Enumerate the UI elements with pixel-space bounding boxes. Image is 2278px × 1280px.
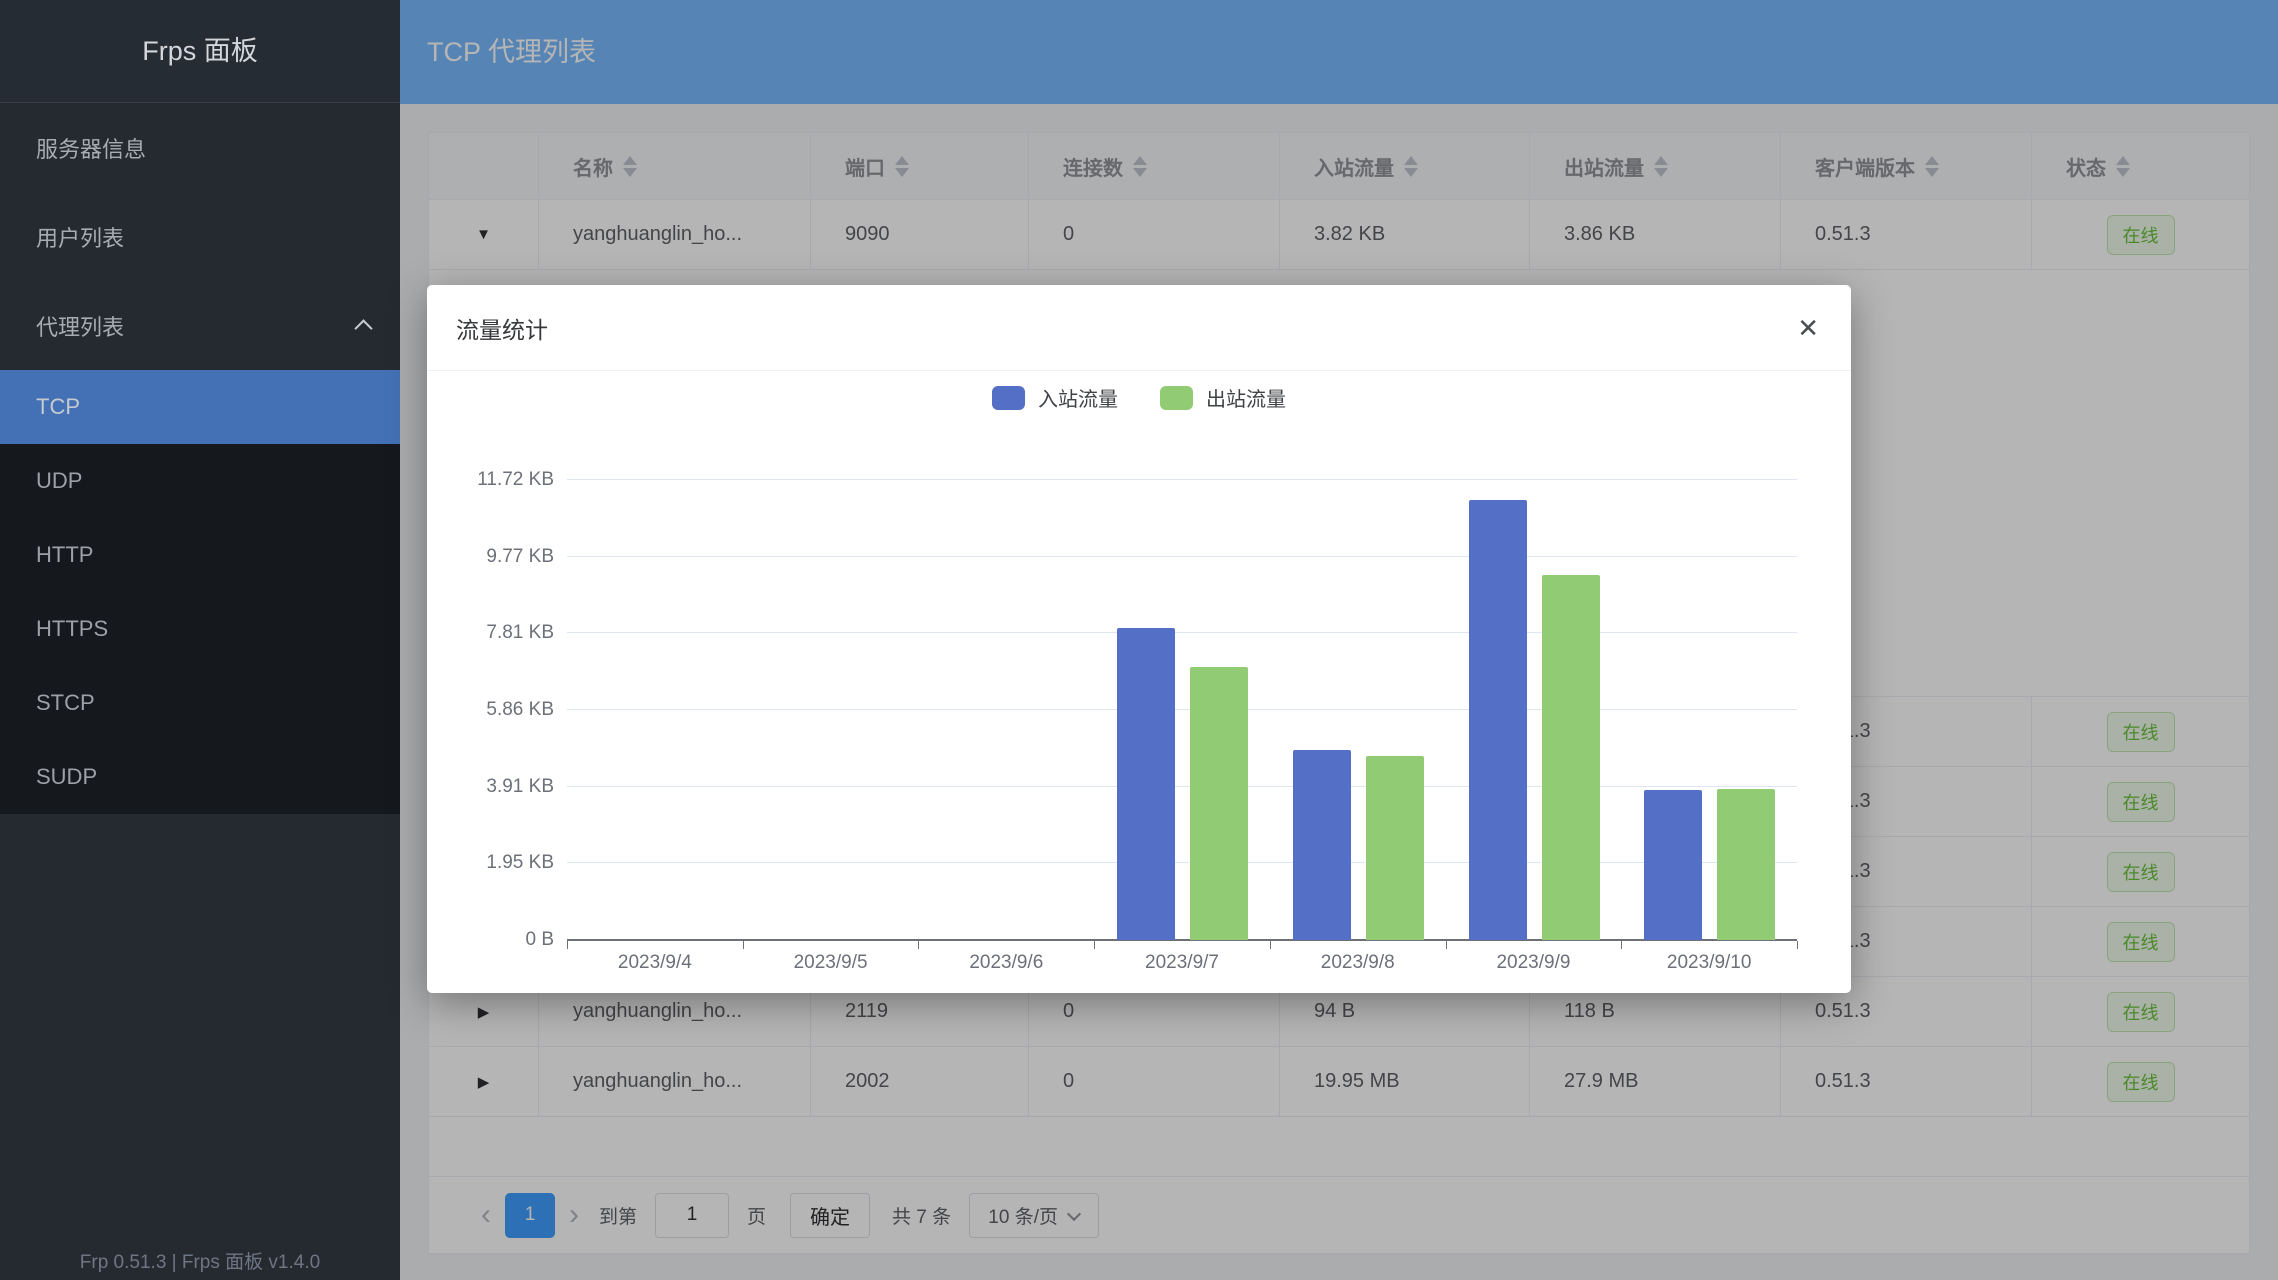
sidebar-subitem-label: SUDP [36,764,97,790]
x-axis-label: 2023/9/7 [1094,952,1270,974]
legend-label: 入站流量 [1038,383,1118,412]
chart-columns [567,480,1797,940]
chart-category-0 [567,480,743,940]
x-axis-label: 2023/9/8 [1270,952,1446,974]
app-title: Frps 面板 [0,0,400,103]
x-axis-label: 2023/9/10 [1621,952,1797,974]
sidebar-item-stcp[interactable]: STCP [0,666,400,740]
chart-category-6 [1621,480,1797,940]
traffic-stats-modal: 流量统计 ✕ 入站流量 出站流量 2023/9/42023/9/52023/9/6… [427,285,1851,993]
x-axis-label: 2023/9/9 [1446,952,1622,974]
sidebar-submenu: TCP UDP HTTP HTTPS STCP SUDP [0,370,400,814]
frps-dashboard: Frps 面板 服务器信息用户列表代理列表 TCP UDP HTTP HTTPS STC… [0,0,2278,1280]
sidebar-item-http[interactable]: HTTP [0,518,400,592]
sidebar-subitem-label: HTTP [36,542,93,568]
sidebar-item-tcp[interactable]: TCP [0,370,400,444]
x-axis-tick [1797,941,1798,949]
bar-inbound [1117,628,1175,940]
y-axis-label: 0 B [427,929,554,951]
bar-outbound [1190,667,1248,940]
close-icon[interactable]: ✕ [1797,315,1819,341]
sidebar-item-label: 服务器信息 [36,132,146,164]
x-axis-tick [1621,941,1622,949]
sidebar-subitem-label: TCP [36,394,80,420]
legend-item[interactable]: 入站流量 [992,383,1118,412]
bar-inbound [1644,790,1702,940]
legend-swatch [992,386,1025,410]
sidebar-menu: 服务器信息用户列表代理列表 [0,103,400,370]
x-axis-tick [918,941,919,949]
x-axis-label: 2023/9/4 [567,952,743,974]
chart-category-5 [1446,480,1622,940]
y-axis-label: 9.77 KB [427,546,554,568]
x-axis-tick [1094,941,1095,949]
y-axis-label: 1.95 KB [427,852,554,874]
modal-header: 流量统计 ✕ [427,285,1851,371]
sidebar-item-udp[interactable]: UDP [0,444,400,518]
sidebar-item-2[interactable]: 代理列表 [0,281,400,370]
modal-title: 流量统计 [456,311,548,345]
chart-x-axis-labels: 2023/9/42023/9/52023/9/62023/9/72023/9/8… [567,952,1797,974]
legend-label: 出站流量 [1206,383,1286,412]
sidebar-subitem-label: HTTPS [36,616,108,642]
x-axis-tick [1270,941,1271,949]
x-axis-label: 2023/9/6 [918,952,1094,974]
sidebar-subitem-label: UDP [36,468,82,494]
sidebar-item-label: 代理列表 [36,310,124,342]
x-axis-tick [1446,941,1447,949]
sidebar-item-0[interactable]: 服务器信息 [0,103,400,192]
bar-inbound [1469,500,1527,940]
chart-category-4 [1270,480,1446,940]
bar-outbound [1717,789,1775,941]
legend-item[interactable]: 出站流量 [1160,383,1286,412]
chart-category-1 [743,480,919,940]
x-axis-label: 2023/9/5 [743,952,919,974]
chart-category-2 [918,480,1094,940]
sidebar-item-sudp[interactable]: SUDP [0,740,400,814]
sidebar-item-label: 用户列表 [36,221,124,253]
bar-inbound [1293,750,1351,940]
bar-outbound [1542,575,1600,940]
sidebar: Frps 面板 服务器信息用户列表代理列表 TCP UDP HTTP HTTPS STC… [0,0,400,1280]
y-axis-label: 3.91 KB [427,776,554,798]
sidebar-item-1[interactable]: 用户列表 [0,192,400,281]
chevron-up-icon [356,318,372,334]
chart-legend: 入站流量 出站流量 [427,383,1851,412]
bar-outbound [1366,756,1424,940]
sidebar-item-https[interactable]: HTTPS [0,592,400,666]
sidebar-subitem-label: STCP [36,690,95,716]
legend-swatch [1160,386,1193,410]
y-axis-label: 5.86 KB [427,699,554,721]
x-axis-tick [567,941,568,949]
chart-category-3 [1094,480,1270,940]
y-axis-label: 7.81 KB [427,622,554,644]
x-axis-tick [743,941,744,949]
sidebar-footer: Frp 0.51.3 | Frps 面板 v1.4.0 [0,1247,400,1274]
traffic-chart [567,480,1797,940]
y-axis-label: 11.72 KB [427,469,554,491]
